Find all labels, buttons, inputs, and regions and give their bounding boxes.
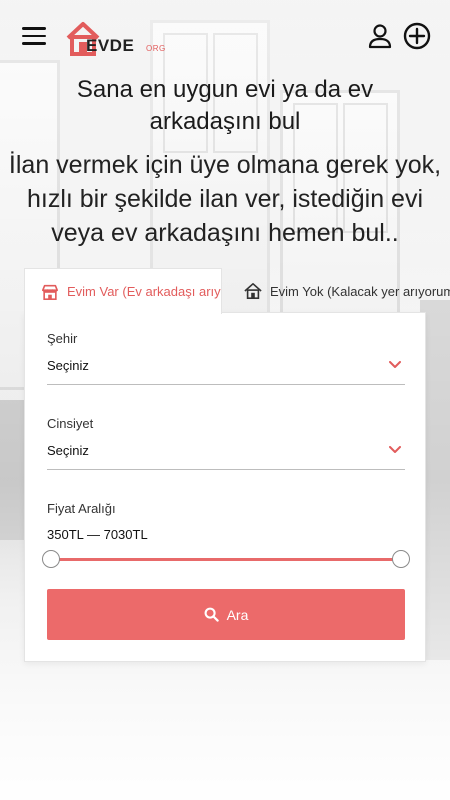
- search-button[interactable]: Ara: [47, 589, 405, 640]
- tab-evim-var[interactable]: Evim Var (Ev arkadaşı arıyorum): [24, 268, 222, 314]
- gender-label: Cinsiyet: [47, 416, 94, 431]
- hero-title: Sana en uygun evi ya da ev arkadaşını bu…: [76, 76, 374, 135]
- house-icon: [244, 282, 262, 300]
- search-icon: [204, 607, 219, 622]
- gender-select-value: Seçiniz: [47, 443, 89, 458]
- gender-select[interactable]: Seçiniz: [47, 434, 405, 470]
- price-min-handle[interactable]: [42, 550, 60, 568]
- add-circle-icon[interactable]: [403, 22, 431, 50]
- chevron-down-icon: [389, 361, 401, 368]
- app-header: EVDE ORG: [0, 0, 450, 70]
- logo-suffix: ORG: [146, 44, 166, 53]
- price-range-slider[interactable]: [42, 549, 410, 569]
- price-range-label: Fiyat Aralığı: [47, 501, 116, 516]
- logo-text: EVDE: [86, 36, 135, 55]
- hero-subtitle: İlan vermek için üye olmana gerek yok, h…: [8, 151, 442, 247]
- hamburger-menu-icon[interactable]: [22, 27, 46, 45]
- store-icon: [41, 284, 59, 300]
- tab-evim-var-label: Evim Var (Ev arkadaşı arıyorum): [67, 284, 221, 299]
- city-label: Şehir: [47, 331, 78, 346]
- tab-evim-yok[interactable]: Evim Yok (Kalacak yer arıyorum): [240, 268, 450, 314]
- city-select[interactable]: Seçiniz: [47, 349, 405, 385]
- search-button-label: Ara: [226, 606, 249, 623]
- price-range-track: [47, 558, 405, 561]
- price-range-value: 350TL — 7030TL: [47, 527, 148, 542]
- city-select-value: Seçiniz: [47, 358, 89, 373]
- search-form-card: Şehir Seçiniz Cinsiyet Seçiniz Fiyat Ara…: [24, 312, 426, 662]
- price-max-handle[interactable]: [392, 550, 410, 568]
- chevron-down-icon: [389, 446, 401, 453]
- user-icon[interactable]: [367, 23, 393, 49]
- tab-evim-yok-label: Evim Yok (Kalacak yer arıyorum): [270, 283, 450, 299]
